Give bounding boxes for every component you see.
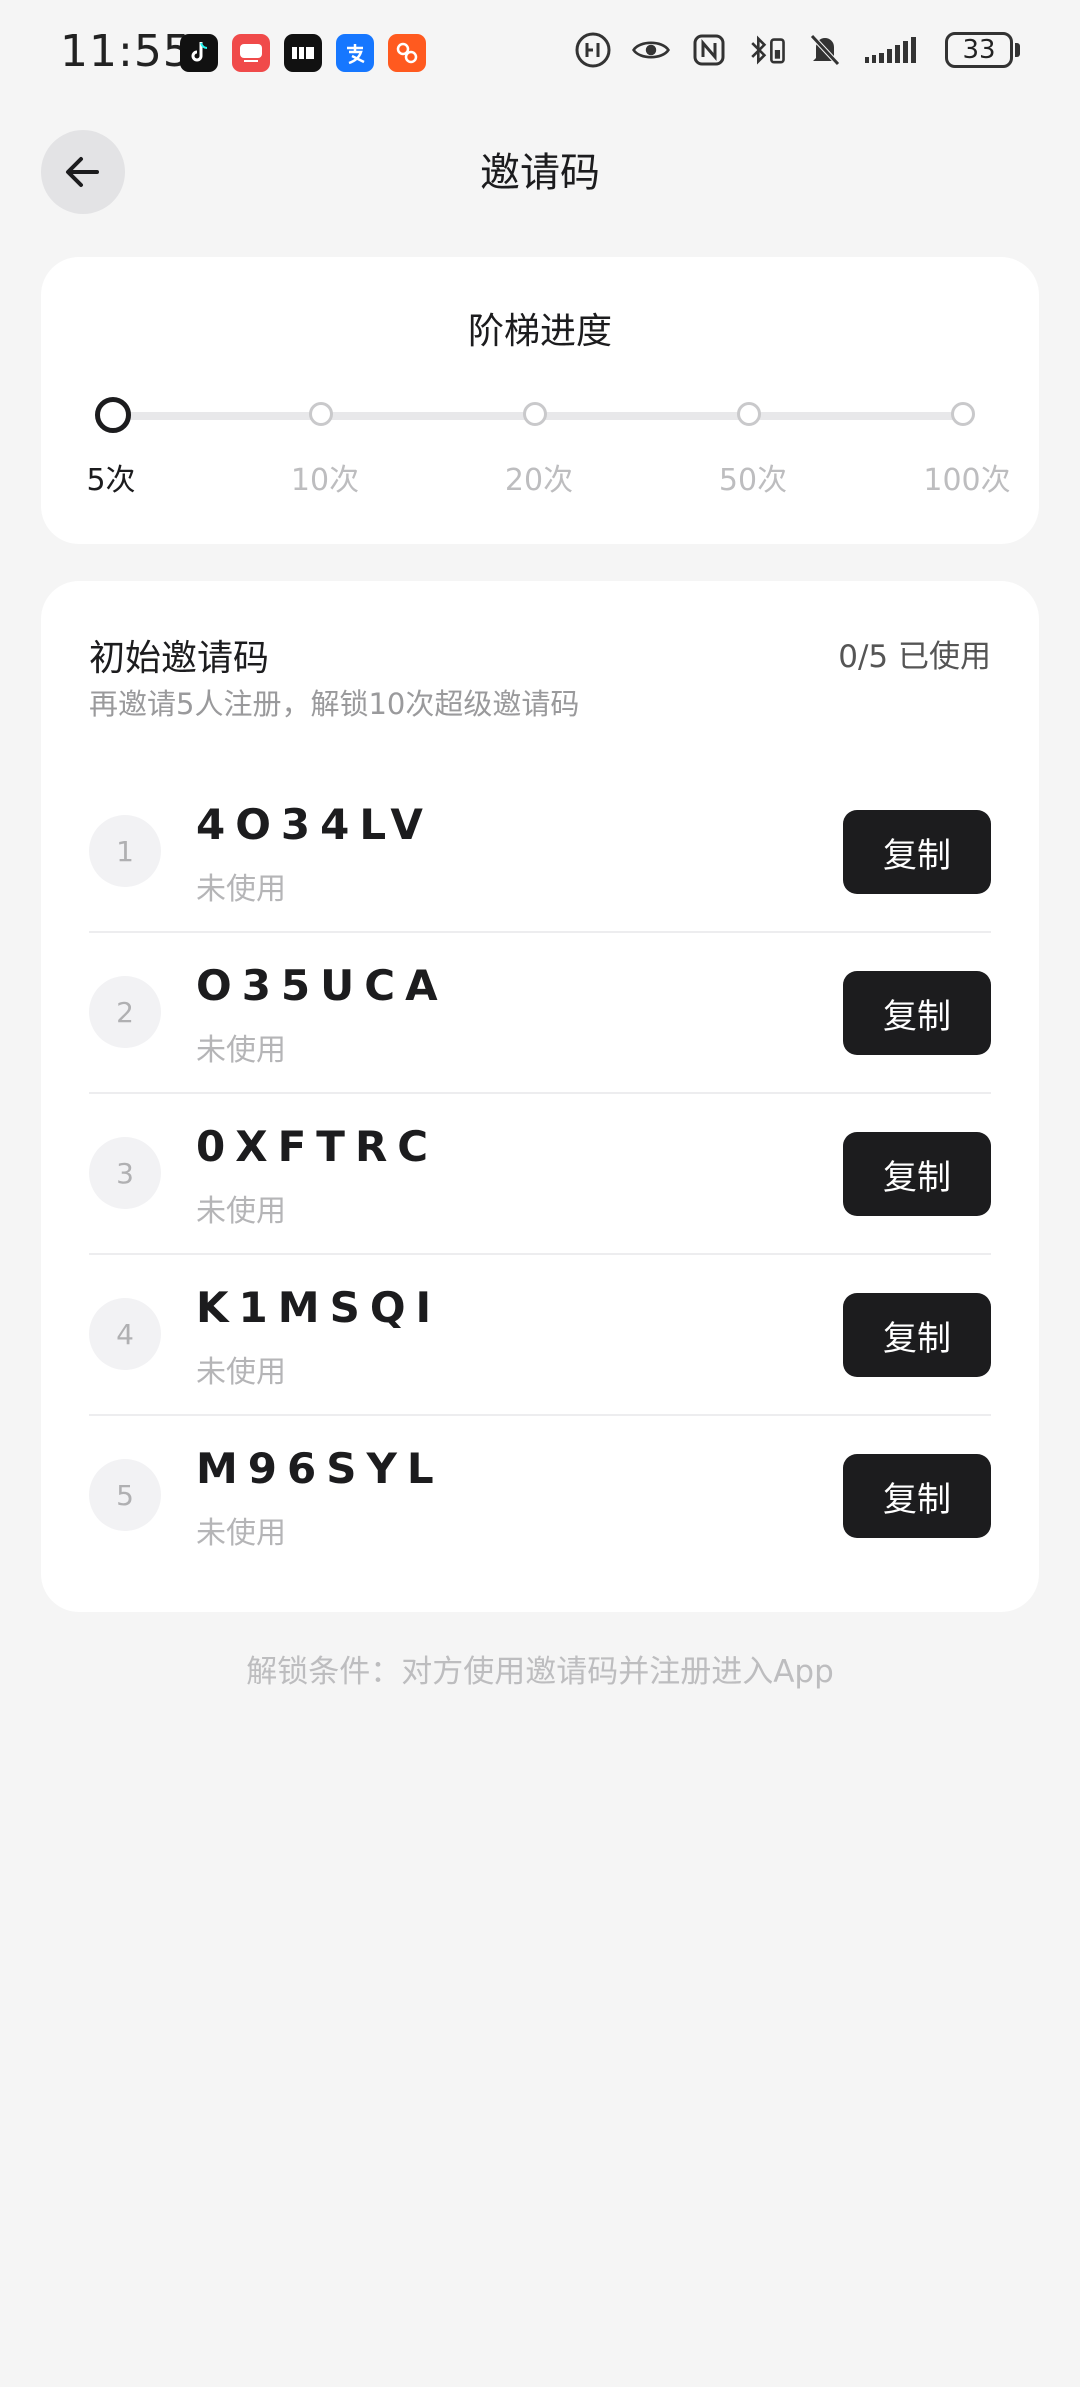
invite-code: M96SYL (196, 1444, 444, 1493)
tv-app-icon (232, 34, 270, 72)
copy-button[interactable]: 复制 (843, 1454, 991, 1538)
copy-button[interactable]: 复制 (843, 1132, 991, 1216)
code-row: 1 4O34LV 未使用 复制 (89, 772, 991, 933)
status-time: 11:55 (60, 26, 192, 77)
page-title: 邀请码 (480, 150, 600, 196)
tiktok-icon (180, 34, 218, 72)
battery-indicator: 33 (945, 32, 1020, 68)
bluetooth-battery-icon (747, 30, 787, 70)
invite-code: 0XFTRC (196, 1122, 439, 1171)
row-index-badge: 4 (89, 1298, 161, 1370)
invite-code: O35UCA (196, 961, 448, 1010)
row-index-badge: 3 (89, 1137, 161, 1209)
invite-code: 4O34LV (196, 800, 433, 849)
progress-title: 阶梯进度 (467, 311, 612, 352)
status-bar: 11:55 33 (0, 0, 1080, 110)
progress-step-label-1: 5次 (86, 463, 136, 498)
mute-icon (805, 30, 845, 70)
code-status: 未使用 (196, 1355, 286, 1390)
progress-step-dot-3 (523, 402, 547, 426)
row-index-badge: 5 (89, 1459, 161, 1531)
progress-card: 阶梯进度 5次 10次 20次 50次 100次 (41, 257, 1039, 544)
progress-step-label-2: 10次 (290, 463, 360, 498)
code-row: 5 M96SYL 未使用 复制 (89, 1416, 991, 1577)
code-status: 未使用 (196, 1033, 286, 1068)
unlock-condition-note: 解锁条件：对方使用邀请码并注册进入App (246, 1654, 834, 1690)
progress-step-label-4: 50次 (718, 463, 788, 498)
chat-app-icon (284, 34, 322, 72)
progress-step-label-5: 100次 (923, 463, 1011, 498)
row-index-badge: 2 (89, 976, 161, 1048)
progress-step-dot-5 (951, 402, 975, 426)
progress-step-dot-1 (95, 397, 131, 433)
eye-icon (631, 30, 671, 70)
code-row: 3 0XFTRC 未使用 复制 (89, 1094, 991, 1255)
code-row: 2 O35UCA 未使用 复制 (89, 933, 991, 1094)
code-status: 未使用 (196, 1516, 286, 1551)
progress-step-dot-4 (737, 402, 761, 426)
codes-section-title: 初始邀请码 (89, 638, 270, 679)
battery-cap (1015, 43, 1020, 57)
copy-button[interactable]: 复制 (843, 810, 991, 894)
system-status-icons: 33 (573, 30, 1020, 70)
codes-used-count: 0/5 已使用 (838, 639, 991, 675)
copy-button[interactable]: 复制 (843, 1293, 991, 1377)
nfc-icon (689, 30, 729, 70)
codes-subtitle: 再邀请5人注册，解锁10次超级邀请码 (89, 687, 580, 721)
signal-icon (863, 30, 927, 70)
hd-icon (573, 30, 613, 70)
progress-step-label-3: 20次 (504, 463, 574, 498)
notification-app-icons (180, 34, 426, 72)
copy-button[interactable]: 复制 (843, 971, 991, 1055)
code-row: 4 K1MSQI 未使用 复制 (89, 1255, 991, 1416)
taobao-icon (388, 34, 426, 72)
alipay-icon (336, 34, 374, 72)
battery-level: 33 (945, 32, 1013, 68)
code-status: 未使用 (196, 1194, 286, 1229)
invite-codes-card: 初始邀请码 0/5 已使用 再邀请5人注册，解锁10次超级邀请码 1 4O34L… (41, 581, 1039, 1612)
invite-code: K1MSQI (196, 1283, 442, 1332)
row-index-badge: 1 (89, 815, 161, 887)
progress-step-dot-2 (309, 402, 333, 426)
code-status: 未使用 (196, 872, 286, 907)
